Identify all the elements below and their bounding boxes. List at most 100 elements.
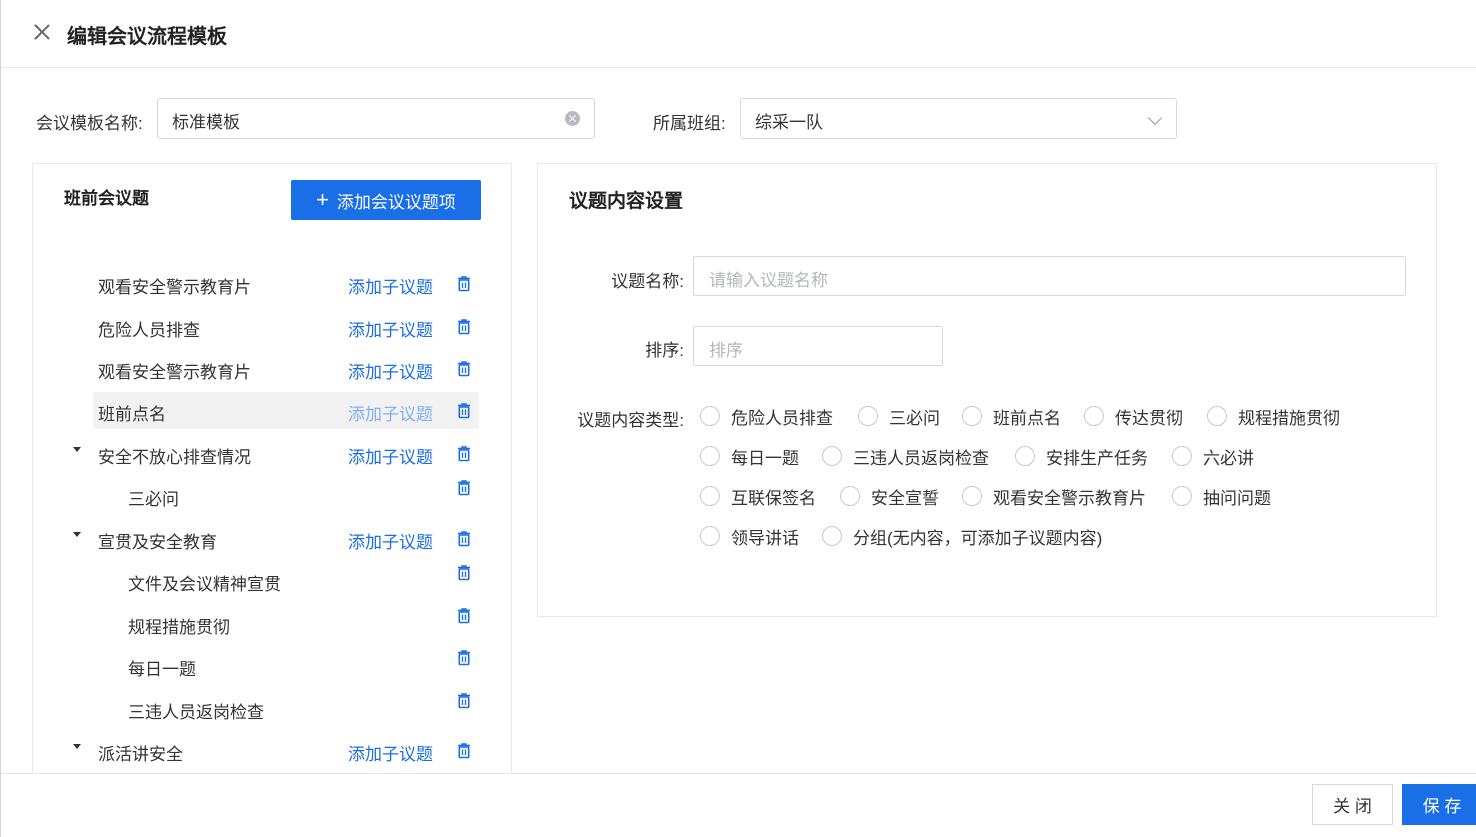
clear-icon[interactable] xyxy=(565,111,580,126)
dialog-header: 编辑会议流程模板 xyxy=(1,0,1476,68)
tree-item[interactable]: 观看安全警示教育片 添加子议题 xyxy=(93,265,479,302)
tree-child-item[interactable]: 每日一题 xyxy=(93,647,479,684)
add-subtopic-link[interactable]: 添加子议题 xyxy=(348,528,433,553)
trash-icon[interactable] xyxy=(456,275,472,292)
radio-label: 每日一题 xyxy=(731,448,799,468)
trash-icon[interactable] xyxy=(456,479,472,496)
tree-item-label: 每日一题 xyxy=(128,660,196,679)
radio-circle[interactable] xyxy=(700,486,720,506)
tree-child-item[interactable]: 三必问 xyxy=(93,477,479,514)
radio-label: 观看安全警示教育片 xyxy=(993,488,1146,508)
save-button[interactable]: 保 存 xyxy=(1402,784,1476,825)
trash-icon[interactable] xyxy=(456,445,472,462)
trash-icon[interactable] xyxy=(456,607,472,624)
radio-label: 安全宣誓 xyxy=(871,488,939,508)
dialog: 编辑会议流程模板 会议模板名称: 标准模板 所属班组: 综采一队 班前会议题 +… xyxy=(0,0,1476,837)
template-name-input[interactable]: 标准模板 xyxy=(157,98,595,139)
tree-item[interactable]: 观看安全警示教育片 添加子议题 xyxy=(93,350,479,387)
tree-item[interactable]: 危险人员排查 添加子议题 xyxy=(93,308,479,345)
tree-item[interactable]: 派活讲安全 添加子议题 xyxy=(73,732,479,769)
radio-circle[interactable] xyxy=(840,486,860,506)
add-topic-button-label: 添加会议议题项 xyxy=(336,192,456,212)
radio-circle[interactable] xyxy=(1084,406,1104,426)
team-label: 所属班组: xyxy=(653,114,726,133)
tree-item-label: 派活讲安全 xyxy=(98,745,183,764)
radio-label: 六必讲 xyxy=(1203,448,1254,468)
close-button[interactable]: 关 闭 xyxy=(1312,784,1393,825)
radio-label: 班前点名 xyxy=(993,408,1061,428)
trash-icon[interactable] xyxy=(456,742,472,759)
caret-down-icon[interactable] xyxy=(73,447,81,452)
radio-label: 抽问问题 xyxy=(1203,488,1271,508)
tree-child-item[interactable]: 三违人员返岗检查 xyxy=(93,690,479,727)
content-type-radio[interactable]: 安排生产任务 xyxy=(1015,444,1148,468)
content-type-radio[interactable]: 互联保签名 xyxy=(700,484,816,508)
tree-item-label: 危险人员排查 xyxy=(98,321,200,340)
content-type-radio[interactable]: 分组(无内容，可添加子议题内容) xyxy=(822,524,1102,548)
trash-icon[interactable] xyxy=(456,564,472,581)
topic-tree-title: 班前会议题 xyxy=(64,189,149,208)
topic-name-input[interactable]: 请输入议题名称 xyxy=(693,256,1406,296)
team-select[interactable]: 综采一队 xyxy=(740,98,1177,139)
add-subtopic-link[interactable]: 添加子议题 xyxy=(348,273,433,298)
plus-icon: + xyxy=(316,187,329,212)
radio-circle[interactable] xyxy=(700,406,720,426)
radio-label: 安排生产任务 xyxy=(1046,448,1148,468)
content-type-radio[interactable]: 六必讲 xyxy=(1172,444,1254,468)
tree-child-item[interactable]: 文件及会议精神宣贯 xyxy=(93,562,479,599)
template-name-value: 标准模板 xyxy=(172,113,240,132)
trash-icon[interactable] xyxy=(456,692,472,709)
order-input[interactable]: 排序 xyxy=(693,326,943,366)
content-type-radio[interactable]: 安全宣誓 xyxy=(840,484,939,508)
trash-icon[interactable] xyxy=(456,530,472,547)
content-type-label: 议题内容类型: xyxy=(577,411,684,430)
radio-label: 领导讲话 xyxy=(731,528,799,548)
radio-circle[interactable] xyxy=(1015,446,1035,466)
dialog-title: 编辑会议流程模板 xyxy=(67,26,227,48)
radio-circle[interactable] xyxy=(700,526,720,546)
content-type-radio[interactable]: 三违人员返岗检查 xyxy=(822,444,989,468)
content-type-radio[interactable]: 传达贯彻 xyxy=(1084,404,1183,428)
add-subtopic-link[interactable]: 添加子议题 xyxy=(348,443,433,468)
tree-item[interactable]: 班前点名 添加子议题 xyxy=(93,392,479,429)
caret-down-icon[interactable] xyxy=(73,532,81,537)
radio-circle[interactable] xyxy=(858,406,878,426)
radio-circle[interactable] xyxy=(700,446,720,466)
radio-circle[interactable] xyxy=(962,486,982,506)
close-icon[interactable] xyxy=(31,21,53,43)
content-type-radio[interactable]: 抽问问题 xyxy=(1172,484,1271,508)
tree-item-label: 观看安全警示教育片 xyxy=(98,363,251,382)
content-type-radio[interactable]: 危险人员排查 xyxy=(700,404,833,428)
radio-label: 传达贯彻 xyxy=(1115,408,1183,428)
tree-item-label: 三违人员返岗检查 xyxy=(128,703,264,722)
trash-icon[interactable] xyxy=(456,402,472,419)
tree-item-label: 观看安全警示教育片 xyxy=(98,278,251,297)
tree-child-item[interactable]: 规程措施贯彻 xyxy=(93,605,479,642)
content-type-radio[interactable]: 三必问 xyxy=(858,404,940,428)
content-type-radio[interactable]: 观看安全警示教育片 xyxy=(962,484,1146,508)
add-topic-button[interactable]: + 添加会议议题项 xyxy=(291,180,481,220)
add-subtopic-link[interactable]: 添加子议题 xyxy=(348,316,433,341)
caret-down-icon[interactable] xyxy=(73,744,81,749)
radio-label: 分组(无内容，可添加子议题内容) xyxy=(853,528,1103,548)
radio-circle[interactable] xyxy=(1172,486,1192,506)
radio-circle[interactable] xyxy=(822,446,842,466)
trash-icon[interactable] xyxy=(456,318,472,335)
radio-label: 互联保签名 xyxy=(731,488,816,508)
add-subtopic-link[interactable]: 添加子议题 xyxy=(348,740,433,765)
trash-icon[interactable] xyxy=(456,360,472,377)
radio-circle[interactable] xyxy=(962,406,982,426)
radio-circle[interactable] xyxy=(1207,406,1227,426)
tree-item-label: 规程措施贯彻 xyxy=(128,618,230,637)
trash-icon[interactable] xyxy=(456,649,472,666)
tree-item[interactable]: 宣贯及安全教育 添加子议题 xyxy=(73,520,479,557)
tree-item[interactable]: 安全不放心排查情况 添加子议题 xyxy=(73,435,479,472)
radio-circle[interactable] xyxy=(1172,446,1192,466)
radio-circle[interactable] xyxy=(822,526,842,546)
add-subtopic-link[interactable]: 添加子议题 xyxy=(348,358,433,383)
content-type-radio[interactable]: 规程措施贯彻 xyxy=(1207,404,1340,428)
content-type-radio[interactable]: 领导讲话 xyxy=(700,524,799,548)
content-type-radio[interactable]: 班前点名 xyxy=(962,404,1061,428)
content-type-radio[interactable]: 每日一题 xyxy=(700,444,799,468)
add-subtopic-link[interactable]: 添加子议题 xyxy=(348,400,433,425)
